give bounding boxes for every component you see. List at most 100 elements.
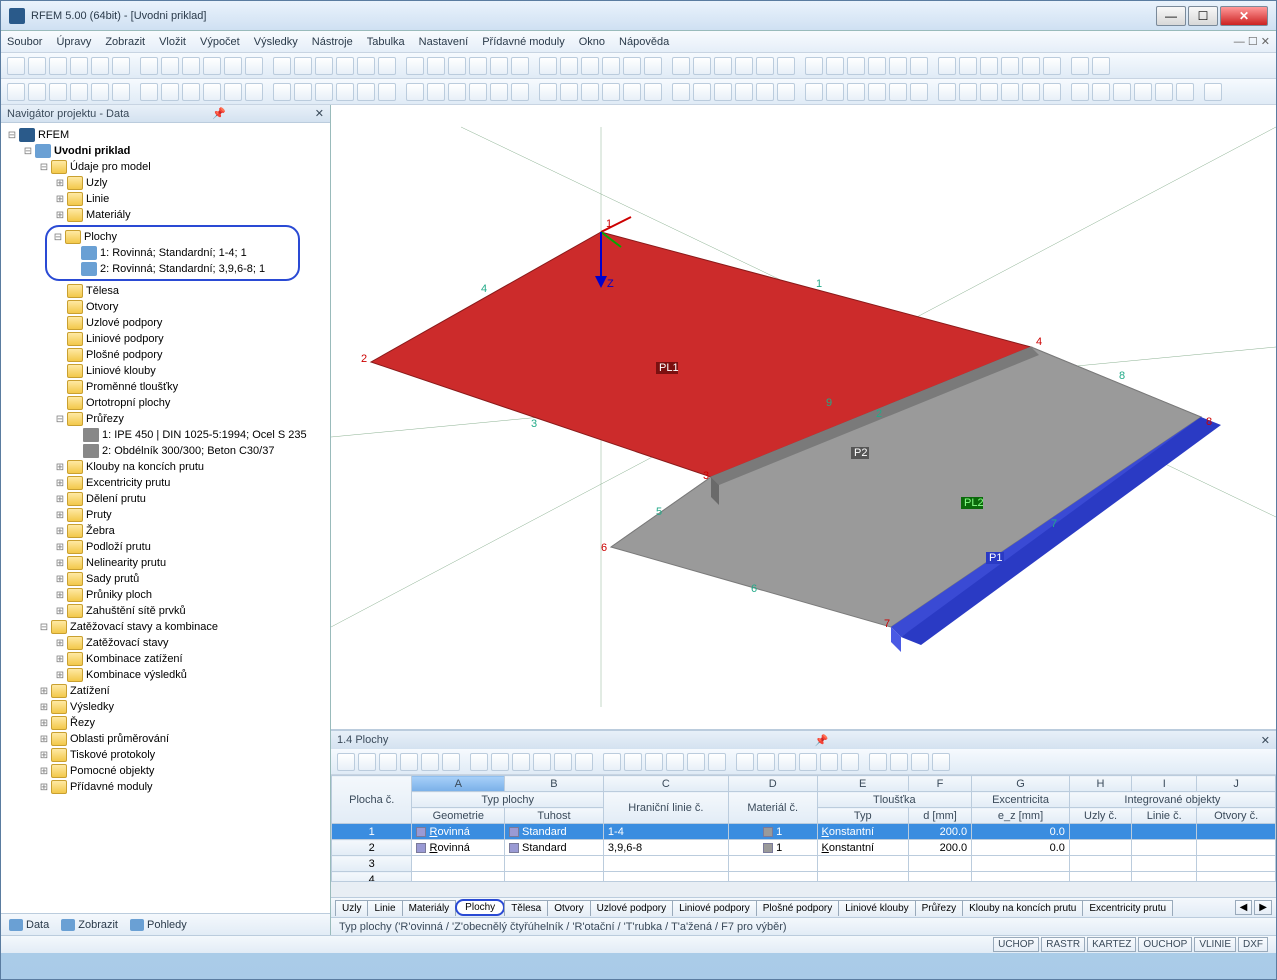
expand-icon[interactable] [53, 494, 67, 505]
table-tab[interactable]: Plochy [455, 899, 505, 916]
toolbar-button[interactable] [421, 753, 439, 771]
toolbar-button[interactable] [378, 57, 396, 75]
panel-close-icon[interactable]: ✕ [315, 107, 324, 120]
toolbar-button[interactable] [581, 83, 599, 101]
toolbar-button[interactable] [49, 57, 67, 75]
toolbar-button[interactable] [868, 57, 886, 75]
toolbar-button[interactable] [756, 83, 774, 101]
table-tab[interactable]: Klouby na koncích prutu [962, 900, 1083, 916]
toolbar-button[interactable] [379, 753, 397, 771]
status-toggle[interactable]: VLINIE [1194, 937, 1236, 952]
toolbar-button[interactable] [777, 83, 795, 101]
expand-icon[interactable] [53, 478, 67, 489]
expand-icon[interactable] [53, 590, 67, 601]
expand-icon[interactable] [5, 130, 19, 141]
table-tab[interactable]: Excentricity prutu [1082, 900, 1173, 916]
toolbar-button[interactable] [469, 83, 487, 101]
toolbar-button[interactable] [757, 753, 775, 771]
expand-icon[interactable] [53, 654, 67, 665]
table-row[interactable]: 2RovinnáStandard3,9,6-81Konstantní200.00… [332, 840, 1276, 856]
expand-icon[interactable] [53, 558, 67, 569]
toolbar-button[interactable] [490, 83, 508, 101]
toolbar-button[interactable] [1092, 57, 1110, 75]
toolbar-button[interactable] [890, 753, 908, 771]
toolbar-button[interactable] [357, 83, 375, 101]
toolbar-button[interactable] [1155, 83, 1173, 101]
toolbar-button[interactable] [315, 83, 333, 101]
expand-icon[interactable] [53, 178, 67, 189]
expand-icon[interactable] [53, 210, 67, 221]
minimize-button[interactable]: — [1156, 6, 1186, 26]
expand-icon[interactable] [53, 510, 67, 521]
toolbar-button[interactable] [805, 83, 823, 101]
toolbar-button[interactable] [1022, 83, 1040, 101]
menu-vlozit[interactable]: Vložit [159, 36, 186, 48]
tree-node[interactable]: Excentricity prutu [1, 475, 330, 491]
surfaces-table[interactable]: Plocha č. A B C D E F G H I J [331, 775, 1276, 881]
toolbar-button[interactable] [273, 57, 291, 75]
toolbar-button[interactable] [799, 753, 817, 771]
toolbar-button[interactable] [70, 57, 88, 75]
menu-upravy[interactable]: Úpravy [56, 36, 91, 48]
toolbar-button[interactable] [575, 753, 593, 771]
toolbar-button[interactable] [91, 57, 109, 75]
menu-vysledky[interactable]: Výsledky [254, 36, 298, 48]
toolbar-button[interactable] [224, 57, 242, 75]
toolbar-button[interactable] [182, 57, 200, 75]
menu-okno[interactable]: Okno [579, 36, 605, 48]
table-tab[interactable]: Uzlové podpory [590, 900, 673, 916]
toolbar-button[interactable] [7, 57, 25, 75]
tree-node[interactable]: Výsledky [1, 699, 330, 715]
tree-node[interactable]: Plošné podpory [1, 347, 330, 363]
toolbar-button[interactable] [1071, 57, 1089, 75]
sidebar-tab-pohledy[interactable]: Pohledy [130, 919, 187, 931]
tree-node[interactable]: Linie [1, 191, 330, 207]
close-button[interactable]: ✕ [1220, 6, 1268, 26]
navigator-tree[interactable]: RFEMUvodni prikladÚdaje pro modelUzlyLin… [1, 123, 330, 913]
horizontal-scrollbar[interactable] [331, 881, 1276, 897]
tree-node[interactable]: Proměnné tloušťky [1, 379, 330, 395]
expand-icon[interactable] [53, 526, 67, 537]
expand-icon[interactable] [53, 574, 67, 585]
tree-node[interactable]: Tělesa [1, 283, 330, 299]
tree-node[interactable]: Otvory [1, 299, 330, 315]
toolbar-button[interactable] [49, 83, 67, 101]
toolbar-button[interactable] [427, 83, 445, 101]
toolbar-button[interactable] [778, 753, 796, 771]
toolbar-button[interactable] [959, 57, 977, 75]
toolbar-button[interactable] [672, 57, 690, 75]
tree-node[interactable]: Přídavné moduly [1, 779, 330, 795]
tree-node[interactable]: Řezy [1, 715, 330, 731]
pin-icon[interactable]: 📌 [212, 107, 226, 120]
toolbar-button[interactable] [938, 57, 956, 75]
tree-node[interactable]: Údaje pro model [1, 159, 330, 175]
toolbar-button[interactable] [491, 753, 509, 771]
table-tab[interactable]: Průřezy [915, 900, 963, 916]
menu-tabulka[interactable]: Tabulka [367, 36, 405, 48]
toolbar-button[interactable] [826, 57, 844, 75]
toolbar-button[interactable] [735, 57, 753, 75]
tree-node[interactable]: Ortotropní plochy [1, 395, 330, 411]
table-tab[interactable]: Linie [367, 900, 402, 916]
tree-node[interactable]: Sady prutů [1, 571, 330, 587]
tree-node[interactable]: Uvodni priklad [1, 143, 330, 159]
toolbar-button[interactable] [847, 57, 865, 75]
toolbar-button[interactable] [337, 753, 355, 771]
table-tab[interactable]: Tělesa [504, 900, 548, 916]
toolbar-button[interactable] [735, 83, 753, 101]
sidebar-tab-zobrazit[interactable]: Zobrazit [61, 919, 118, 931]
toolbar-button[interactable] [959, 83, 977, 101]
toolbar-button[interactable] [714, 83, 732, 101]
col-plocha[interactable]: Plocha č. [332, 776, 412, 824]
table-tab[interactable]: Uzly [335, 900, 368, 916]
toolbar-button[interactable] [777, 57, 795, 75]
toolbar-button[interactable] [889, 83, 907, 101]
tree-node[interactable]: Podloží prutu [1, 539, 330, 555]
toolbar-button[interactable] [603, 753, 621, 771]
tree-node[interactable]: RFEM [1, 127, 330, 143]
tree-node[interactable]: Zahuštění sítě prvků [1, 603, 330, 619]
tree-node[interactable]: Kombinace výsledků [1, 667, 330, 683]
toolbar-button[interactable] [112, 83, 130, 101]
toolbar-button[interactable] [245, 57, 263, 75]
menu-nastroje[interactable]: Nástroje [312, 36, 353, 48]
